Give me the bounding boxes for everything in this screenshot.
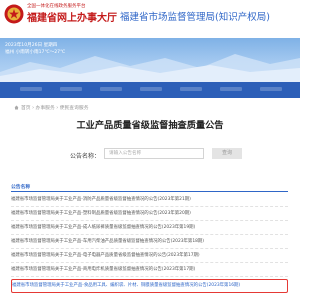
nav-item-4[interactable] [140,87,162,91]
main-nav-bar [0,82,300,98]
weather-info: 福州 小雨转小雨17℃～27℃ [5,50,66,55]
list-item-highlighted[interactable]: 福建省市场监督管理局关于工业产品-食品用工具、编织袋、片材、铜膜质量省级监督抽查… [11,279,288,293]
nav-item-2[interactable] [60,87,82,91]
list-item[interactable]: 福建省市场监督管理局关于工业产品-消防产品质量省级监督抽查情况的公告(2023年… [11,194,288,207]
page-title: 工业产品质量省级监督抽查质量公告 [76,120,224,131]
list-item[interactable]: 福建省市场监督管理局关于工业产品-电子电器产品质量省级监督抽查情况的公告(202… [11,250,288,263]
nav-item-3[interactable] [100,87,122,91]
nav-item-1[interactable] [20,87,42,91]
site-header: 全国一体化在线政务服务平台 福建省网上办事大厅 福建省市场监督管理局(知识产权局… [0,0,300,38]
national-emblem-icon [4,4,24,24]
nav-item-7[interactable] [260,87,282,91]
department-name[interactable]: 福建省市场监督管理局(知识产权局) [120,9,270,23]
list-item[interactable]: 福建省市场监督管理局关于工业产品-成人纸尿裤质量省级监督抽查情况的公告(2023… [11,222,288,235]
list-header: 公告名称 [11,185,31,190]
breadcrumb: 首页 › 办事服务 › 便民查询服务 [14,104,89,111]
search-input[interactable]: 请输入公告名称 [104,148,204,159]
nav-item-6[interactable] [220,87,242,91]
search-button[interactable]: 查询 [212,148,242,159]
logo-title[interactable]: 福建省网上办事大厅 [27,9,117,24]
list-item[interactable]: 福建省市场监督管理局关于工业产品-商用电炸机质量省级监督抽查情况的公告(2023… [11,264,288,277]
current-date: 2023年10月26日 星期四 [5,43,58,48]
search-label: 公告名称： [70,153,101,160]
home-icon [14,105,19,110]
breadcrumb-text[interactable]: 首页 › 办事服务 › 便民查询服务 [21,104,89,111]
nav-item-5[interactable] [180,87,202,91]
header-divider [11,191,288,192]
list-item[interactable]: 福建省市场监督管理局关于工业产品-车用汽柴油产品质量省级监督抽查情况的公告(20… [11,236,288,249]
banner: 2023年10月26日 星期四 福州 小雨转小雨17℃～27℃ [0,38,300,82]
list-item[interactable]: 福建省市场监督管理局关于工业产品-塑料制品质量省级监督抽查情况的公告(2023年… [11,208,288,221]
